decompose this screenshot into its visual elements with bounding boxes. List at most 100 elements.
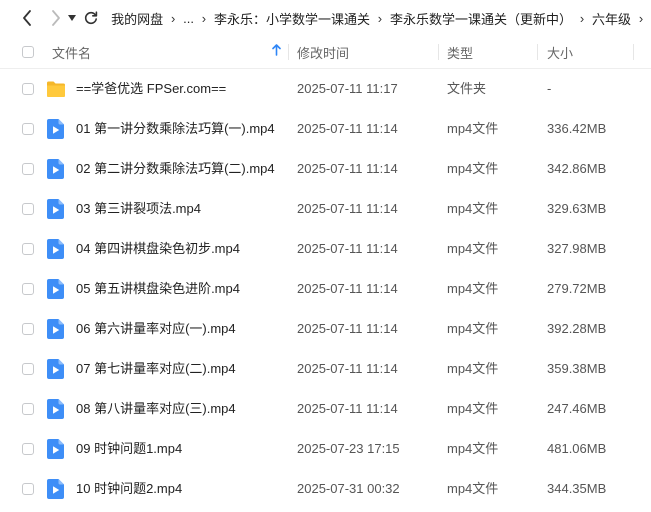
video-file-icon [47,199,65,222]
file-row[interactable]: ==学爸优选 FPSer.com== 2025-07-11 11:17 文件夹 - [0,69,651,109]
file-modified: 2025-07-11 11:14 [297,361,398,376]
sort-ascending-icon[interactable] [272,44,281,59]
file-type: mp4文件 [447,241,499,256]
file-type: mp4文件 [447,361,499,376]
column-header-type[interactable]: 类型 [447,43,473,62]
folder-icon [46,79,66,102]
row-checkbox[interactable] [22,443,34,455]
row-checkbox[interactable] [22,163,34,175]
video-file-icon [47,119,65,142]
file-row[interactable]: 07 第七讲量率对应(二).mp4 2025-07-11 11:14 mp4文件 35… [0,349,651,389]
file-row[interactable]: 01 第一讲分数乘除法巧算(一).mp4 2025-07-11 11:14 mp4文… [0,109,651,149]
row-checkbox[interactable] [22,483,34,495]
file-type: mp4文件 [447,281,499,296]
breadcrumb-separator-icon: › [638,10,644,26]
file-type: mp4文件 [447,121,499,136]
file-modified: 2025-07-11 11:14 [297,161,398,176]
video-file-icon [47,399,65,422]
file-name: 03 第三讲裂项法.mp4 [76,201,201,216]
file-name: ==学爸优选 FPSer.com== [76,81,227,96]
file-row[interactable]: 05 第五讲棋盘染色进阶.mp4 2025-07-11 11:14 mp4文件 279… [0,269,651,309]
breadcrumb-item-series[interactable]: 李永乐数学一课通关（更新中） [390,9,572,28]
file-row[interactable]: 03 第三讲裂项法.mp4 2025-07-11 11:14 mp4文件 329.63… [0,189,651,229]
video-file-icon [47,279,65,302]
file-row[interactable]: 06 第六讲量率对应(一).mp4 2025-07-11 11:14 mp4文件 39… [0,309,651,349]
breadcrumb-separator-icon: › [201,10,207,26]
column-header-name[interactable]: 文件名 [52,43,91,62]
file-name: 07 第七讲量率对应(二).mp4 [76,361,236,376]
file-size: 481.06MB [547,441,607,456]
file-type: mp4文件 [447,161,499,176]
file-name: 04 第四讲棋盘染色初步.mp4 [76,241,240,256]
file-modified: 2025-07-11 11:14 [297,241,398,256]
breadcrumb-separator-icon: › [377,10,383,26]
breadcrumb-separator-icon: › [170,10,176,26]
file-size: 329.63MB [547,201,607,216]
file-size: 247.46MB [547,401,607,416]
file-size: - [547,81,552,96]
breadcrumb-separator-icon: › [579,10,585,26]
row-checkbox[interactable] [22,203,34,215]
row-checkbox[interactable] [22,243,34,255]
row-checkbox[interactable] [22,363,34,375]
file-name: 09 时钟问题1.mp4 [76,441,183,456]
video-file-icon [47,479,65,502]
file-size: 392.28MB [547,321,607,336]
file-type: mp4文件 [447,401,499,416]
file-name: 06 第六讲量率对应(一).mp4 [76,321,236,336]
row-checkbox[interactable] [22,403,34,415]
breadcrumb-item-root[interactable]: 我的网盘 [111,9,163,28]
column-header-modified[interactable]: 修改时间 [297,43,349,62]
refresh-icon[interactable] [82,6,100,30]
file-size: 344.35MB [547,481,607,496]
select-all-checkbox[interactable] [22,46,34,58]
breadcrumb-item-current[interactable]: 六年级 [592,9,631,28]
file-row[interactable]: 04 第四讲棋盘染色初步.mp4 2025-07-11 11:14 mp4文件 327… [0,229,651,269]
file-size: 359.38MB [547,361,607,376]
video-file-icon [47,159,65,182]
row-checkbox[interactable] [22,123,34,135]
file-modified: 2025-07-11 11:17 [297,81,398,96]
video-file-icon [47,439,65,462]
row-checkbox[interactable] [22,283,34,295]
file-name: 01 第一讲分数乘除法巧算(一).mp4 [76,121,275,136]
file-size: 342.86MB [547,161,607,176]
file-row[interactable]: 10 时钟问题2.mp4 2025-07-31 00:32 mp4文件 344.35M… [0,469,651,509]
chevron-left-icon[interactable] [18,6,36,30]
breadcrumb-item-course[interactable]: 李永乐：小学数学一课通关 [214,9,370,28]
file-row[interactable]: 08 第八讲量率对应(三).mp4 2025-07-11 11:14 mp4文件 24… [0,389,651,429]
breadcrumb-item-ellipsis[interactable]: ... [183,11,194,26]
file-modified: 2025-07-23 17:15 [297,441,400,456]
file-modified: 2025-07-11 11:14 [297,201,398,216]
file-modified: 2025-07-11 11:14 [297,281,398,296]
chevron-right-icon[interactable] [47,6,65,30]
row-checkbox[interactable] [22,83,34,95]
file-type: mp4文件 [447,321,499,336]
file-name: 08 第八讲量率对应(三).mp4 [76,401,236,416]
file-row[interactable]: 02 第二讲分数乘除法巧算(二).mp4 2025-07-11 11:14 mp4文… [0,149,651,189]
file-type: mp4文件 [447,201,499,216]
file-type: mp4文件 [447,441,499,456]
video-file-icon [47,239,65,262]
file-modified: 2025-07-11 11:14 [297,401,398,416]
column-divider[interactable] [288,44,289,60]
video-file-icon [47,319,65,342]
file-modified: 2025-07-31 00:32 [297,481,400,496]
row-checkbox[interactable] [22,323,34,335]
file-size: 327.98MB [547,241,607,256]
file-size: 336.42MB [547,121,607,136]
file-modified: 2025-07-11 11:14 [297,321,398,336]
file-name: 05 第五讲棋盘染色进阶.mp4 [76,281,240,296]
column-header-size[interactable]: 大小 [547,43,573,62]
file-name: 02 第二讲分数乘除法巧算(二).mp4 [76,161,275,176]
caret-down-icon[interactable] [65,6,79,30]
video-file-icon [47,359,65,382]
file-list-header: 文件名 修改时间 类型 大小 [0,36,651,69]
file-size: 279.72MB [547,281,607,296]
column-divider[interactable] [438,44,439,60]
file-type: 文件夹 [447,81,487,96]
column-divider[interactable] [633,44,634,60]
navigation-toolbar: 我的网盘 › ... › 李永乐：小学数学一课通关 › 李永乐数学一课通关（更新… [0,0,651,36]
file-row[interactable]: 09 时钟问题1.mp4 2025-07-23 17:15 mp4文件 481.06M… [0,429,651,469]
column-divider[interactable] [537,44,538,60]
